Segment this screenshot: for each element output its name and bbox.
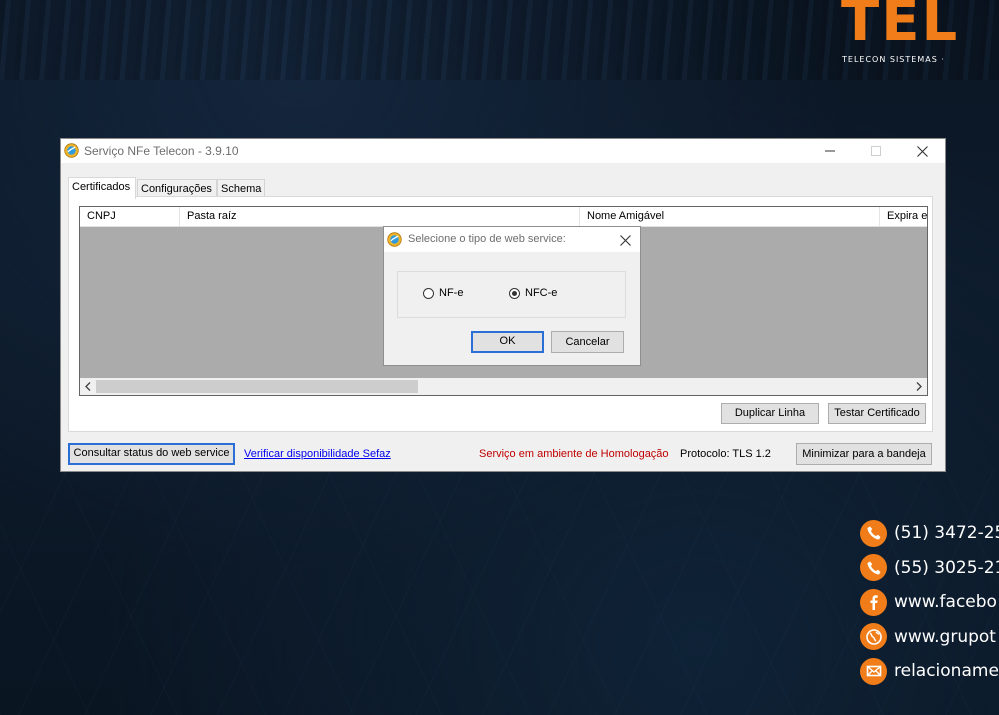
contact-phone-1: (51) 3472-25 [860, 516, 999, 551]
background-line-texture [0, 470, 999, 715]
mail-icon [860, 657, 887, 685]
contact-email: relacioname [860, 654, 999, 689]
radio-label: NF-e [439, 287, 464, 299]
duplicate-row-button[interactable]: Duplicar Linha [721, 403, 819, 424]
environment-status: Serviço em ambiente de Homologação [479, 448, 669, 460]
verify-sefaz-link[interactable]: Verificar disponibilidade Sefaz [244, 448, 391, 460]
contact-text: www.facebo [894, 592, 997, 613]
tab-configuracoes[interactable]: Configurações [137, 179, 217, 197]
contact-text: www.grupot [894, 626, 996, 647]
brand-wordmark: TEL [841, 0, 960, 54]
contact-text: relacioname [894, 661, 999, 682]
app-icon [64, 143, 79, 158]
contact-website: www.grupot [860, 620, 999, 655]
check-status-button[interactable]: Consultar status do web service [68, 443, 235, 465]
scroll-left-icon[interactable] [80, 378, 96, 395]
radio-circle-selected [509, 287, 520, 299]
phone-icon [860, 519, 887, 547]
radio-circle [423, 287, 434, 299]
tab-schema[interactable]: Schema [217, 179, 265, 197]
brand-logo: TEL TELECON SISTEMAS · [839, 0, 999, 70]
close-icon [916, 145, 928, 157]
ok-button[interactable]: OK [471, 331, 544, 353]
radio-label: NFC-e [525, 287, 558, 299]
contact-text: (55) 3025-21 [894, 557, 999, 578]
grid-header: CNPJ Pasta raíz Nome Amigável Expira em [80, 207, 927, 227]
minimize-button[interactable] [807, 139, 853, 163]
dialog-close-button[interactable] [615, 230, 635, 250]
column-header-nome-amigavel[interactable]: Nome Amigável [580, 207, 880, 226]
facebook-icon [860, 588, 887, 616]
globe-icon [860, 623, 887, 651]
protocol-label: Protocolo: TLS 1.2 [680, 448, 771, 460]
web-service-type-group: NF-e NFC-e [397, 271, 626, 318]
title-bar[interactable]: Serviço NFe Telecon - 3.9.10 [61, 139, 945, 163]
horizontal-scrollbar[interactable] [80, 378, 927, 395]
scroll-right-icon[interactable] [911, 378, 927, 395]
contact-facebook: www.facebo [860, 585, 999, 620]
window-title: Serviço NFe Telecon - 3.9.10 [84, 144, 239, 158]
radio-dot [512, 290, 517, 296]
radio-nfe[interactable]: NF-e [423, 287, 463, 299]
dialog-title: Selecione o tipo de web service: [408, 233, 566, 245]
minimize-to-tray-button[interactable]: Minimizar para a bandeja [796, 443, 932, 465]
maximize-button[interactable] [853, 139, 899, 163]
radio-nfce[interactable]: NFC-e [509, 287, 557, 299]
dialog-title-bar[interactable]: Selecione o tipo de web service: [384, 227, 640, 252]
test-certificate-button[interactable]: Testar Certificado [828, 403, 926, 424]
close-button[interactable] [899, 139, 945, 163]
column-header-cnpj[interactable]: CNPJ [80, 207, 180, 226]
column-header-pasta-raiz[interactable]: Pasta raíz [180, 207, 580, 226]
minimize-icon [825, 150, 835, 152]
tab-certificados[interactable]: Certificados [68, 177, 136, 199]
app-icon [387, 232, 402, 247]
maximize-icon [871, 146, 881, 156]
contact-text: (51) 3472-25 [894, 523, 999, 544]
column-header-expira-em[interactable]: Expira em [880, 207, 927, 226]
phone-icon [860, 554, 887, 582]
close-icon [619, 234, 631, 246]
cancel-button[interactable]: Cancelar [551, 331, 624, 353]
contact-list: (51) 3472-25 (55) 3025-21 www.facebo www… [860, 516, 999, 689]
brand-tagline: TELECON SISTEMAS · [842, 55, 945, 64]
web-service-dialog: Selecione o tipo de web service: NF-e NF… [383, 226, 641, 366]
scrollbar-thumb[interactable] [96, 380, 418, 393]
contact-phone-2: (55) 3025-21 [860, 551, 999, 586]
